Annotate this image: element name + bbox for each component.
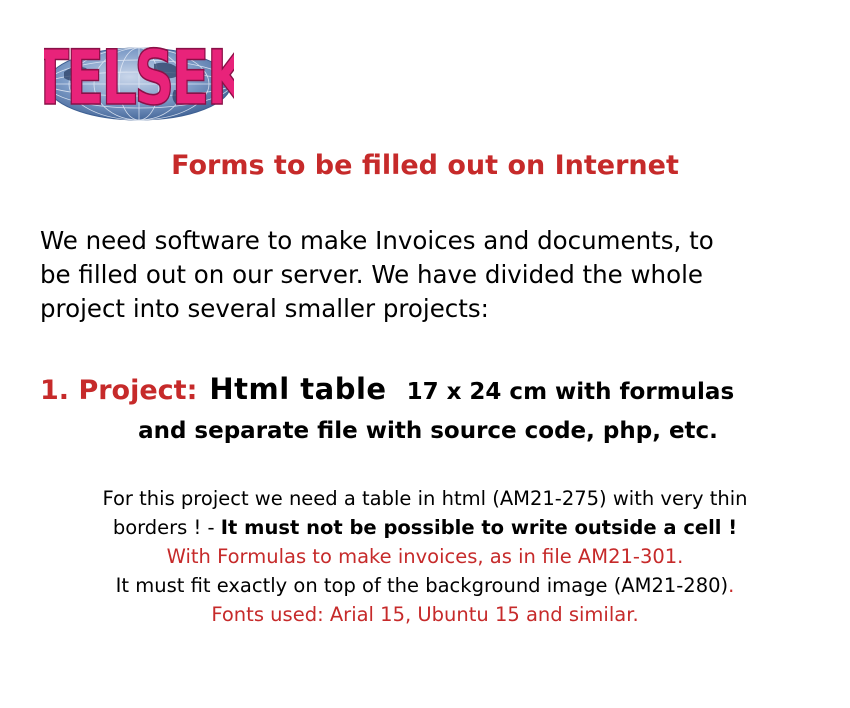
project-heading-line-2: and separate file with source code, php,… <box>138 418 718 444</box>
details-line: For this project we need a table in html… <box>102 487 748 510</box>
telsek-logo: TELSEK <box>44 42 234 128</box>
details-text: It must fit exactly on top of the backgr… <box>115 574 729 597</box>
project-details: For this project we need a table in html… <box>0 484 850 629</box>
project-name: Html table <box>209 372 387 406</box>
details-line: It must fit exactly on top of the backgr… <box>0 571 850 600</box>
intro-line: We need software to make Invoices and do… <box>40 226 714 255</box>
intro-line: be filled out on our server. We have div… <box>40 260 703 289</box>
details-line: Fonts used: Arial 15, Ubuntu 15 and simi… <box>211 603 639 626</box>
svg-text:TELSEK: TELSEK <box>44 42 234 122</box>
intro-line: project into several smaller projects: <box>40 294 489 323</box>
details-text: borders ! - <box>112 516 221 539</box>
intro-paragraph: We need software to make Invoices and do… <box>40 224 830 326</box>
project-label: 1. Project: <box>40 375 198 406</box>
details-line: borders ! - It must not be possible to w… <box>0 513 850 542</box>
details-dot: . <box>728 574 735 597</box>
page-title: Forms to be filled out on Internet <box>171 150 679 181</box>
project-heading-line: 1. Project: Html table 17 x 24 cm with for… <box>40 372 734 412</box>
details-warning: It must not be possible to write outside… <box>220 516 738 539</box>
details-line: With Formulas to make invoices, as in fi… <box>166 545 684 568</box>
project-spec: 17 x 24 cm with formulas <box>406 379 735 405</box>
